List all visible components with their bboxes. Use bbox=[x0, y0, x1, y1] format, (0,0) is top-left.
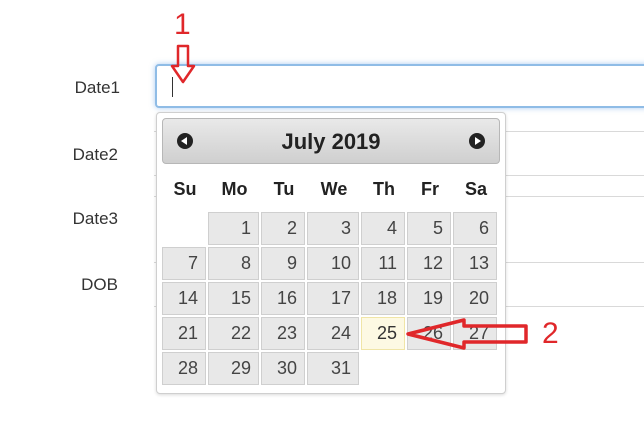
annotation-arrows bbox=[170, 44, 528, 350]
annotation-arrow-left-icon bbox=[406, 318, 528, 350]
annotation-arrow-down-icon bbox=[170, 44, 196, 84]
